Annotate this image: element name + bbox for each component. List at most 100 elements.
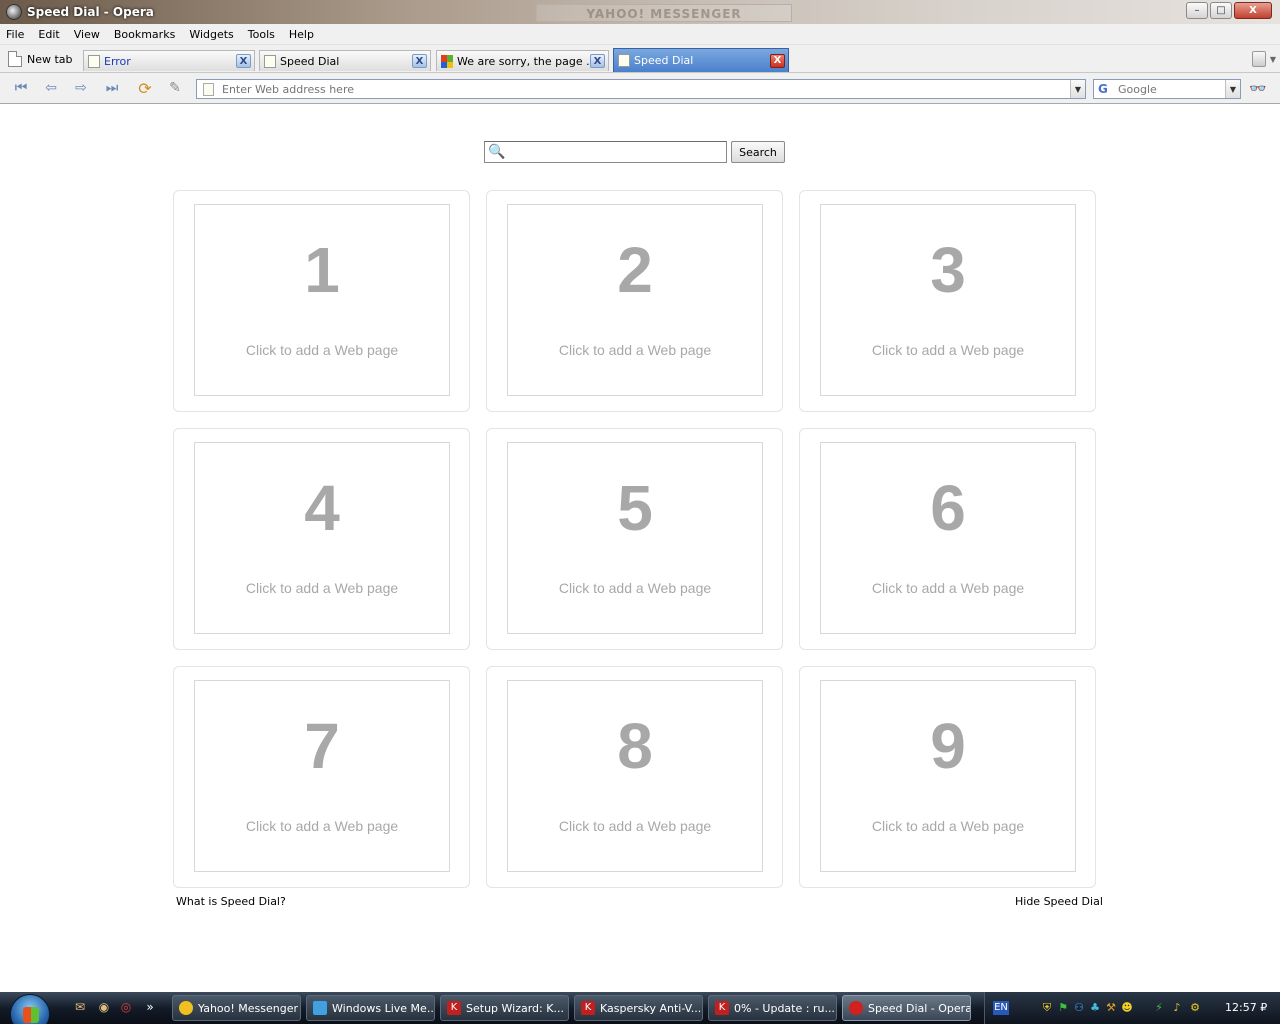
speed-dial-9[interactable]: 9 Click to add a Web page xyxy=(799,666,1096,888)
what-is-speed-dial-link[interactable]: What is Speed Dial? xyxy=(176,895,286,908)
fast-forward-icon[interactable]: ⏭ xyxy=(101,79,123,97)
speed-dial-1[interactable]: 1 Click to add a Web page xyxy=(173,190,470,412)
taskbar-speed-dial-opera[interactable]: Speed Dial - Opera xyxy=(842,995,971,1021)
search-box[interactable]: G ▼ xyxy=(1093,79,1241,99)
dial-number: 4 xyxy=(304,472,340,544)
power-icon[interactable]: ⚡ xyxy=(1153,1001,1165,1015)
update-icon[interactable]: ⚙ xyxy=(1189,1001,1201,1015)
menu-tools[interactable]: Tools xyxy=(248,28,283,41)
tab-close-icon[interactable]: X xyxy=(236,54,251,68)
menu-widgets[interactable]: Widgets xyxy=(189,28,241,41)
dial-thumbnail[interactable]: 1 Click to add a Web page xyxy=(194,204,450,396)
speed-dial-2[interactable]: 2 Click to add a Web page xyxy=(486,190,783,412)
reload-icon[interactable]: ⟳ xyxy=(134,79,156,98)
speed-dial-6[interactable]: 6 Click to add a Web page xyxy=(799,428,1096,650)
menu-edit[interactable]: Edit xyxy=(38,28,67,41)
dial-thumbnail[interactable]: 8 Click to add a Web page xyxy=(507,680,763,872)
quick-launch-icon[interactable]: ◉ xyxy=(96,1000,112,1016)
taskbar-setup-wizard[interactable]: K Setup Wizard: K... xyxy=(440,995,569,1021)
quick-launch-icon[interactable]: ✉ xyxy=(72,1000,88,1016)
dial-thumbnail[interactable]: 7 Click to add a Web page xyxy=(194,680,450,872)
taskbar-label: Speed Dial - Opera xyxy=(868,1001,971,1015)
search-dropdown-icon[interactable]: ▼ xyxy=(1225,80,1240,98)
yahoo-tray-icon[interactable]: ☻ xyxy=(1121,1001,1133,1015)
hide-speed-dial-link[interactable]: Hide Speed Dial xyxy=(1015,895,1103,908)
tab-speed-dial-1[interactable]: Speed Dial X xyxy=(259,50,431,71)
address-bar[interactable]: ▼ xyxy=(196,79,1086,99)
taskbar-label: Setup Wizard: K... xyxy=(466,1001,564,1015)
speed-dial-search-field[interactable]: 🔍 xyxy=(484,141,727,163)
tab-speed-dial-active[interactable]: Speed Dial X xyxy=(613,48,789,72)
dial-hint: Click to add a Web page xyxy=(245,580,399,596)
search-input[interactable] xyxy=(1118,82,1225,96)
rewind-icon[interactable]: ⏮ xyxy=(10,79,32,97)
speed-dial-8[interactable]: 8 Click to add a Web page xyxy=(486,666,783,888)
speed-dial-search-input[interactable] xyxy=(509,145,726,159)
dial-thumbnail[interactable]: 5 Click to add a Web page xyxy=(507,442,763,634)
taskbar-windows-live[interactable]: Windows Live Me... xyxy=(306,995,435,1021)
glasses-icon[interactable]: 👓 xyxy=(1249,81,1266,97)
taskbar-kaspersky[interactable]: K Kaspersky Anti-V... xyxy=(574,995,703,1021)
tab-sorry-page[interactable]: We are sorry, the page ... X xyxy=(436,50,609,71)
page-icon xyxy=(264,54,276,68)
page-icon xyxy=(88,54,100,68)
dial-number: 1 xyxy=(304,234,340,306)
opera-quick-launch-icon[interactable]: ◎ xyxy=(118,1000,134,1016)
google-icon[interactable]: G xyxy=(1098,82,1112,96)
dial-number: 3 xyxy=(930,234,966,306)
speed-dial-search: 🔍 Search xyxy=(484,141,785,163)
close-button[interactable]: X xyxy=(1234,2,1272,19)
dial-thumbnail[interactable]: 3 Click to add a Web page xyxy=(820,204,1076,396)
menu-file[interactable]: File xyxy=(6,28,32,41)
tab-close-icon[interactable]: X xyxy=(590,54,605,68)
kaspersky-icon: K xyxy=(715,1001,729,1015)
taskbar-label: 0% - Update : ru... xyxy=(734,1001,835,1015)
search-button[interactable]: Search xyxy=(731,141,785,163)
new-tab-button[interactable]: New tab xyxy=(8,49,73,69)
windows-logo-icon xyxy=(441,54,453,68)
network-icon[interactable]: ⚇ xyxy=(1073,1001,1085,1015)
chevron-down-icon[interactable]: ▼ xyxy=(1270,55,1276,64)
dial-thumbnail[interactable]: 2 Click to add a Web page xyxy=(507,204,763,396)
speed-dial-4[interactable]: 4 Click to add a Web page xyxy=(173,428,470,650)
back-icon[interactable]: ⇦ xyxy=(40,79,62,97)
dial-thumbnail[interactable]: 6 Click to add a Web page xyxy=(820,442,1076,634)
address-input[interactable] xyxy=(222,82,1070,96)
tool-icon[interactable]: ⚒ xyxy=(1105,1001,1117,1015)
clock[interactable]: 12:57 ₽ xyxy=(1225,1001,1267,1014)
flag-icon[interactable]: ⚑ xyxy=(1057,1001,1069,1015)
taskbar-yahoo-messenger[interactable]: Yahoo! Messenger xyxy=(172,995,301,1021)
dial-hint: Click to add a Web page xyxy=(245,818,399,834)
trash-icon[interactable] xyxy=(1252,51,1266,67)
menu-help[interactable]: Help xyxy=(289,28,322,41)
forward-icon[interactable]: ⇨ xyxy=(70,79,92,97)
tab-close-icon[interactable]: X xyxy=(770,53,785,68)
volume-icon[interactable]: ♪ xyxy=(1171,1001,1183,1015)
dial-number: 2 xyxy=(617,234,653,306)
start-button[interactable] xyxy=(10,994,50,1024)
speed-dial-page: 🔍 Search 1 Click to add a Web page 2 Cli… xyxy=(4,104,1279,988)
dial-thumbnail[interactable]: 4 Click to add a Web page xyxy=(194,442,450,634)
yahoo-smiley-icon xyxy=(179,1001,193,1015)
language-indicator[interactable]: EN xyxy=(993,1001,1009,1015)
tab-error[interactable]: Error X xyxy=(83,50,255,71)
quick-launch-more[interactable]: » xyxy=(142,1000,158,1016)
tab-label: Error xyxy=(104,54,131,68)
speed-dial-7[interactable]: 7 Click to add a Web page xyxy=(173,666,470,888)
maximize-button[interactable]: □ xyxy=(1210,2,1232,19)
speed-dial-3[interactable]: 3 Click to add a Web page xyxy=(799,190,1096,412)
edit-pen-icon[interactable]: ✎ xyxy=(164,79,186,97)
opera-icon xyxy=(849,1001,863,1015)
shield-icon[interactable]: ⛨ xyxy=(1041,1001,1053,1015)
tab-close-icon[interactable]: X xyxy=(412,54,427,68)
dial-thumbnail[interactable]: 9 Click to add a Web page xyxy=(820,680,1076,872)
menu-bookmarks[interactable]: Bookmarks xyxy=(114,28,183,41)
kaspersky-icon: K xyxy=(581,1001,595,1015)
minimize-button[interactable]: – xyxy=(1186,2,1208,19)
dial-hint: Click to add a Web page xyxy=(558,818,712,834)
menu-view[interactable]: View xyxy=(74,28,108,41)
address-dropdown-icon[interactable]: ▼ xyxy=(1070,80,1085,98)
messenger-tray-icon[interactable]: ♣ xyxy=(1089,1001,1101,1015)
taskbar-update[interactable]: K 0% - Update : ru... xyxy=(708,995,837,1021)
speed-dial-5[interactable]: 5 Click to add a Web page xyxy=(486,428,783,650)
